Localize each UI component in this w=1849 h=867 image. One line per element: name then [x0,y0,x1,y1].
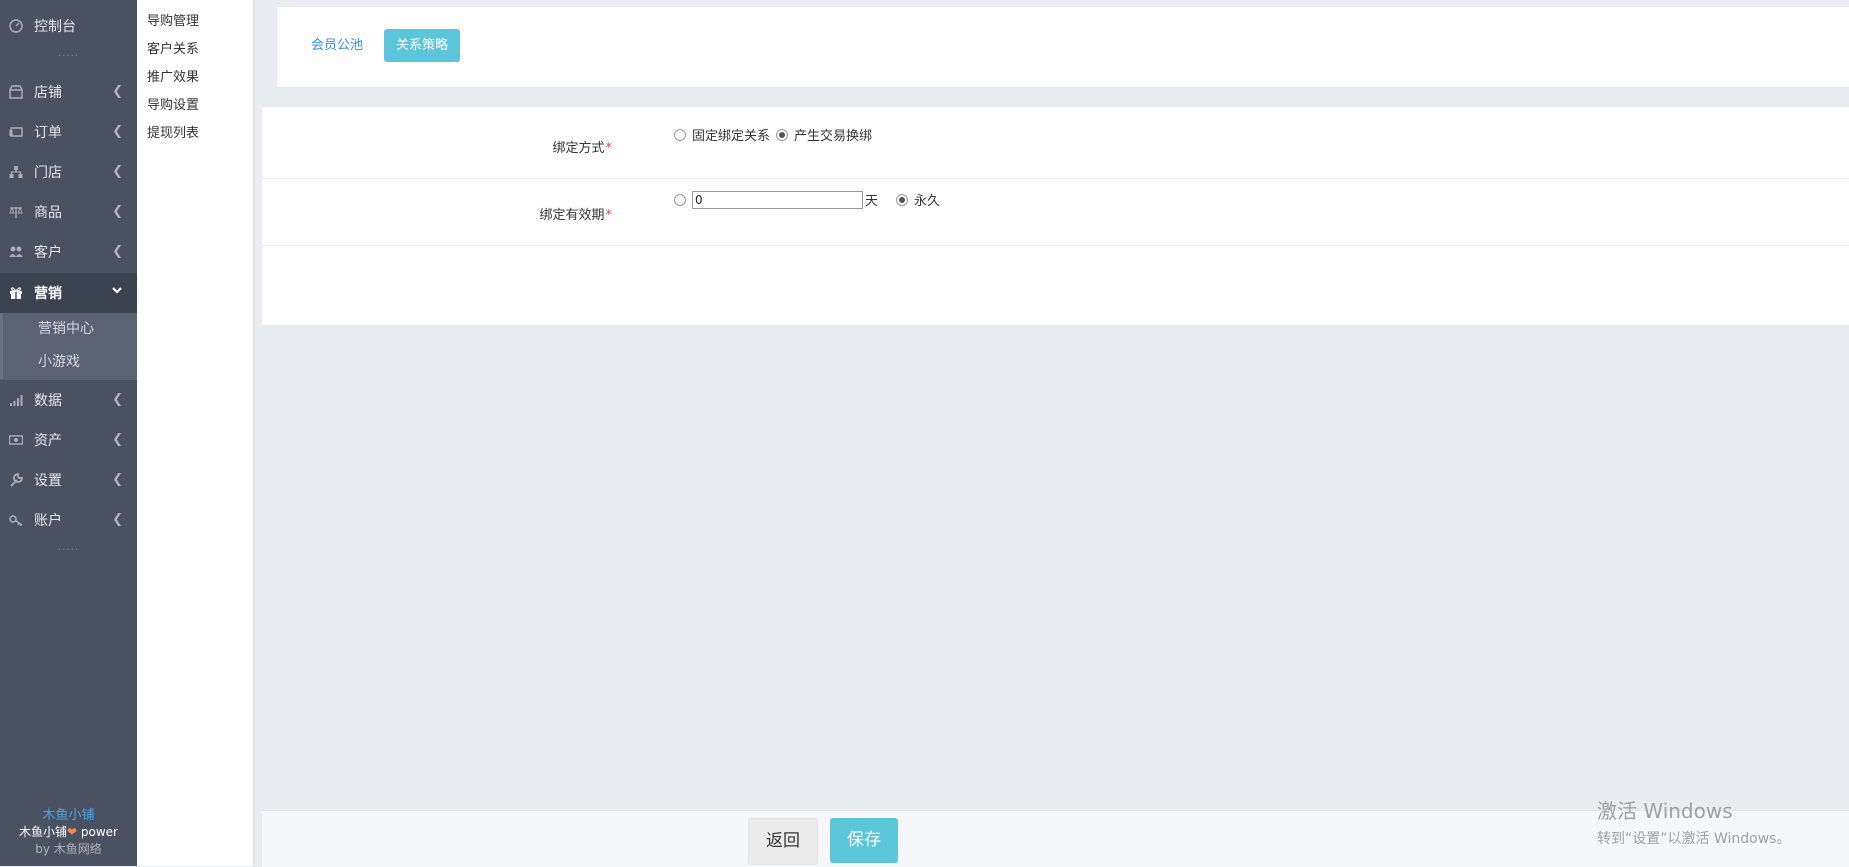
settings-form: 绑定方式* 固定绑定关系 产生交易换绑 绑定有效期* 天 永久 [262,107,1849,325]
dashboard-icon [8,18,24,34]
form-row-bind-method: 绑定方式* 固定绑定关系 产生交易换绑 [262,107,1849,179]
sidebar-item-label: 客户 [34,245,62,261]
sidebar-item-label: 营销 [34,286,62,302]
days-unit: 天 [865,194,879,209]
chevron-down-icon [111,284,123,300]
back-button[interactable]: 返回 [748,818,818,865]
sidebar-submenu-marketing: 营销中心 小游戏 [0,313,137,380]
sidebar-item-shop[interactable]: 店铺 ❮ [0,72,137,112]
bind-validity-label: 绑定有效期* [539,204,612,223]
wrench-icon [8,472,24,488]
sidebar-item-label: 控制台 [34,19,76,35]
sidebar-item-label: 资产 [34,433,62,449]
footer-brand-text: 木鱼小铺 [19,825,68,839]
chevron-left-icon: ❮ [112,204,123,219]
tab-member-pool[interactable]: 会员公池 [299,29,375,62]
sidebar-item-label: 店铺 [34,85,62,101]
heart-icon: ❤ [67,825,78,839]
order-icon [8,124,24,140]
sidebar-item-order[interactable]: 订单 ❮ [0,112,137,152]
chevron-left-icon: ❮ [112,84,123,99]
chevron-left-icon: ❮ [112,472,123,487]
sidebar-item-label: 商品 [34,205,62,221]
footer-power-line: 木鱼小铺❤ power [0,824,137,841]
sidebar-item-label: 订单 [34,125,62,141]
gift-icon [8,285,24,301]
key-icon [8,512,24,528]
sidebar-item-data[interactable]: 数据 ❮ [0,380,137,420]
days-input[interactable] [692,190,863,209]
radio-forever[interactable] [896,193,909,206]
radio-trade-rebind-label[interactable]: 产生交易换绑 [794,125,872,144]
save-button[interactable]: 保存 [830,818,898,863]
submenu-item-guide-settings[interactable]: 导购设置 [137,92,253,120]
footer-brand-link[interactable]: 木鱼小铺 [0,807,137,824]
required-mark: * [605,208,613,223]
sidebar-item-store[interactable]: 门店 ❮ [0,152,137,192]
required-mark: * [605,141,613,156]
bind-method-options: 固定绑定关系 产生交易换绑 [674,125,878,144]
radio-forever-label[interactable]: 永久 [914,190,940,209]
sidebar-item-label: 数据 [34,393,62,409]
chevron-left-icon: ❮ [112,164,123,179]
bind-method-label-text: 绑定方式 [552,141,605,156]
sidebar-item-settings[interactable]: 设置 ❮ [0,460,137,500]
bind-method-label: 绑定方式* [552,137,612,156]
scale-icon [8,204,24,220]
tabs-card: 会员公池 关系策略 [277,7,1849,87]
sidebar-item-customer[interactable]: 客户 ❮ [0,232,137,272]
radio-days[interactable] [674,193,686,206]
tab-relation-strategy[interactable]: 关系策略 [384,29,461,62]
radio-fixed-bind-label[interactable]: 固定绑定关系 [692,125,770,144]
windows-activation-watermark: 激活 Windows 转到“设置”以激活 Windows。 [1597,795,1790,848]
chevron-left-icon: ❮ [112,432,123,447]
submenu-item-customer-relation[interactable]: 客户关系 [137,36,253,64]
bind-validity-options: 天 永久 [674,190,946,209]
sidebar-item-marketing[interactable]: 营销 [0,273,137,313]
sidebar-footer: 木鱼小铺 木鱼小铺❤ power by 木鱼网络 [0,807,137,858]
submenu-item-withdraw-list[interactable]: 提现列表 [137,120,253,148]
sidebar-divider-dots: ····· [58,51,79,62]
sidebar-item-label: 账户 [34,513,62,529]
shop-icon [8,84,24,100]
watermark-title: 激活 Windows [1597,799,1733,823]
money-icon [8,432,24,448]
footer-by-line: by 木鱼网络 [35,842,102,856]
sidebar-item-assets[interactable]: 资产 ❮ [0,420,137,460]
chevron-left-icon: ❮ [112,244,123,259]
bind-validity-label-text: 绑定有效期 [539,208,605,223]
footer-power-text: power [77,825,118,839]
secondary-menu: 导购管理 客户关系 推广效果 导购设置 提现列表 [137,0,255,866]
sidebar-item-label: 设置 [34,473,62,489]
sidebar-subitem-mini-game[interactable]: 小游戏 [0,346,137,379]
store-tree-icon [8,164,24,180]
sidebar-divider-dots: ····· [58,545,79,556]
chevron-left-icon: ❮ [112,124,123,139]
sidebar-subitem-marketing-center[interactable]: 营销中心 [0,313,137,346]
sidebar-item-goods[interactable]: 商品 ❮ [0,192,137,232]
watermark-subtitle: 转到“设置”以激活 Windows。 [1597,831,1791,847]
submenu-item-promotion-effect[interactable]: 推广效果 [137,64,253,92]
bar-chart-icon [8,392,24,408]
sidebar-item-account[interactable]: 账户 ❮ [0,500,137,540]
sidebar-item-dashboard[interactable]: 控制台 [0,6,137,46]
radio-trade-rebind[interactable] [776,128,789,141]
radio-fixed-bind[interactable] [674,128,686,141]
form-row-bind-validity: 绑定有效期* 天 永久 [262,178,1849,246]
sidebar-item-label: 门店 [34,165,62,181]
users-icon [8,244,24,260]
chevron-left-icon: ❮ [112,512,123,527]
chevron-left-icon: ❮ [112,392,123,407]
submenu-item-guide-manage[interactable]: 导购管理 [137,8,253,36]
main-sidebar: 控制台 ····· 店铺 ❮ 订单 ❮ 门店 ❮ 商品 ❮ 客户 ❮ 营销 营销… [0,0,137,866]
